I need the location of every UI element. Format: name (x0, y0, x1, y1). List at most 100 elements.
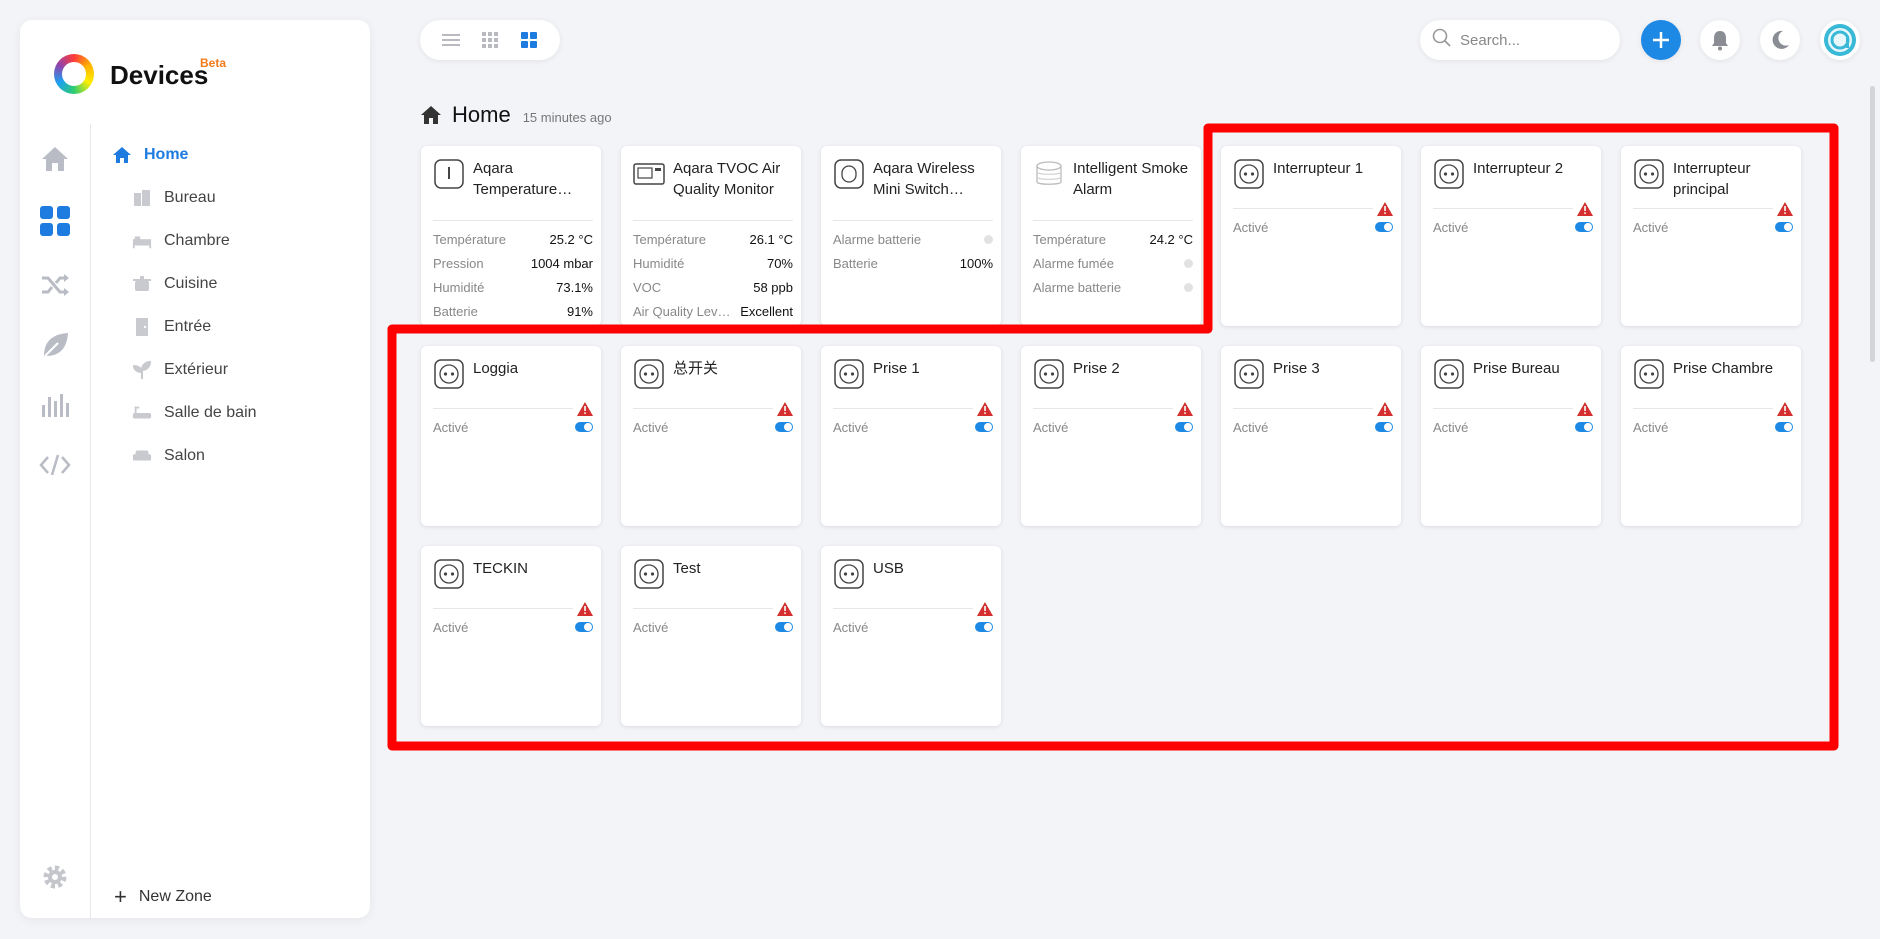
divider (633, 608, 773, 609)
divider (633, 408, 773, 409)
warning-icon (1577, 202, 1593, 216)
power-toggle[interactable] (1575, 222, 1593, 232)
power-toggle[interactable] (975, 422, 993, 432)
status-dot (1184, 282, 1193, 292)
rail-chart-bars-icon[interactable] (38, 388, 72, 422)
power-toggle[interactable] (775, 422, 793, 432)
sensor-row: Température 25.2 °C (433, 231, 593, 247)
warning-icon (577, 402, 593, 416)
settings-gear-icon[interactable] (38, 860, 72, 894)
sensor-row: Air Quality Lev… Excellent (633, 303, 793, 319)
bed-icon (132, 231, 152, 251)
device-name: Prise Bureau (1473, 360, 1560, 377)
add-device-button[interactable] (1641, 20, 1681, 60)
power-socket-icon (834, 359, 864, 389)
switch-card[interactable]: Prise Bureau Activé (1421, 346, 1601, 526)
warning-icon (1777, 202, 1793, 216)
switch-state-label: Activé (433, 420, 469, 435)
notifications-button[interactable] (1700, 20, 1740, 60)
device-name: Intelligent Smoke Alarm (1073, 160, 1189, 198)
sensor-row: Température 24.2 °C (1033, 231, 1193, 247)
app-logo (54, 54, 94, 94)
warning-icon (1177, 402, 1193, 416)
power-socket-icon (1234, 159, 1264, 189)
door-icon (132, 317, 152, 337)
power-toggle[interactable] (975, 622, 993, 632)
home-icon (112, 145, 132, 165)
air-monitor-icon (633, 163, 665, 185)
device-card-aqara-temperature[interactable]: Aqara Temperature… Température 25.2 °C Pr… (421, 146, 601, 326)
switch-card[interactable]: Interrupteur 1 Activé (1221, 146, 1401, 326)
dark-mode-button[interactable] (1760, 20, 1800, 60)
avatar-icon (1824, 24, 1856, 56)
new-zone-label: New Zone (138, 888, 212, 905)
zone-item-label: Entrée (164, 318, 212, 335)
switch-card[interactable]: Test Activé (621, 546, 801, 726)
power-toggle[interactable] (575, 622, 593, 632)
switch-card[interactable]: 总开关 Activé (621, 346, 801, 526)
power-toggle[interactable] (575, 422, 593, 432)
switch-card[interactable]: Interrupteur 2 Activé (1421, 146, 1601, 326)
device-card-aqara-tvoc[interactable]: Aqara TVOC Air Quality Monitor Températu… (621, 146, 801, 326)
switch-card[interactable]: Prise 1 Activé (821, 346, 1001, 526)
power-toggle[interactable] (1375, 222, 1393, 232)
power-toggle[interactable] (1775, 222, 1793, 232)
zone-item-entree[interactable]: Entrée (132, 312, 211, 342)
zone-item-chambre[interactable]: Chambre (132, 226, 230, 256)
page-scrollbar[interactable] (1870, 86, 1875, 362)
large-grid-view-icon[interactable] (517, 28, 541, 52)
zone-item-bureau[interactable]: Bureau (132, 183, 216, 213)
rail-code-icon[interactable] (38, 448, 72, 482)
rail-devices-grid-icon[interactable] (38, 204, 72, 238)
switch-card[interactable]: Prise 2 Activé (1021, 346, 1201, 526)
new-zone-button[interactable]: + New Zone (114, 886, 212, 908)
warning-icon (1377, 202, 1393, 216)
switch-card[interactable]: Loggia Activé (421, 346, 601, 526)
warning-icon (777, 402, 793, 416)
switch-card[interactable]: Prise Chambre Activé (1621, 346, 1801, 526)
app-title: Devices (110, 60, 209, 90)
power-toggle[interactable] (1575, 422, 1593, 432)
search-icon (1432, 28, 1452, 53)
power-toggle[interactable] (775, 622, 793, 632)
switch-state-label: Activé (833, 620, 869, 635)
switch-state-label: Activé (1633, 220, 1669, 235)
zone-item-cuisine[interactable]: Cuisine (132, 269, 217, 299)
divider (433, 408, 573, 409)
user-avatar-button[interactable] (1820, 20, 1860, 60)
sensor-row: Batterie 91% (433, 303, 593, 319)
device-card-aqara-wireless-switch[interactable]: Aqara Wireless Mini Switch… Alarme batte… (821, 146, 1001, 326)
switch-card[interactable]: Prise 3 Activé (1221, 346, 1401, 526)
rail-shuffle-icon[interactable] (38, 268, 72, 302)
search-input[interactable] (1460, 31, 1600, 49)
power-toggle[interactable] (1175, 422, 1193, 432)
power-toggle[interactable] (1775, 422, 1793, 432)
zone-item-label: Salon (164, 447, 205, 464)
device-card-smoke-alarm[interactable]: Intelligent Smoke Alarm Température 24.2 … (1021, 146, 1201, 326)
switch-card[interactable]: USB Activé (821, 546, 1001, 726)
device-name: TECKIN (473, 560, 529, 577)
device-name: Interrupteur 2 (1473, 160, 1564, 177)
zone-item-exterieur[interactable]: Extérieur (132, 355, 228, 385)
sensor-row: Humidité 73.1% (433, 279, 593, 295)
wireless-switch-icon (834, 159, 864, 189)
zone-item-salle-de-bain[interactable]: Salle de bain (132, 398, 257, 428)
power-socket-icon (434, 559, 464, 589)
switch-card[interactable]: Interrupteur principal Activé (1621, 146, 1801, 326)
status-dot (984, 234, 993, 244)
zone-item-salon[interactable]: Salon (132, 441, 205, 471)
plant-icon (132, 360, 152, 380)
rail-home-icon[interactable] (38, 142, 72, 176)
device-name: Loggia (473, 360, 519, 377)
power-toggle[interactable] (1375, 422, 1393, 432)
small-grid-view-icon[interactable] (478, 28, 502, 52)
divider (1433, 208, 1573, 209)
power-socket-icon (434, 359, 464, 389)
rail-leaf-icon[interactable] (38, 328, 72, 362)
warning-icon (1577, 402, 1593, 416)
device-name: Prise 1 (873, 360, 920, 377)
list-view-icon[interactable] (439, 28, 463, 52)
switch-card[interactable]: TECKIN Activé (421, 546, 601, 726)
moon-icon (1772, 30, 1789, 49)
zone-item-home[interactable]: Home (112, 140, 188, 170)
